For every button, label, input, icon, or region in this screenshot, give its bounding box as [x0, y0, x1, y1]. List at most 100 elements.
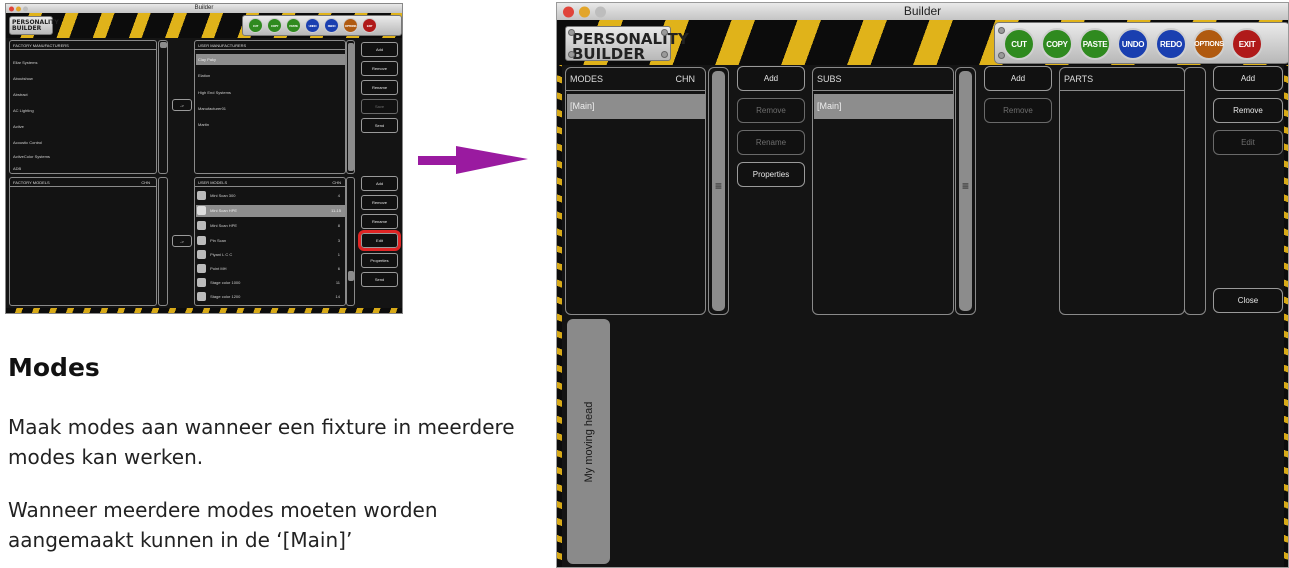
table-row[interactable]: Pin Scan 3 — [197, 235, 344, 247]
selected-list-item[interactable]: [Main] — [814, 94, 953, 119]
thumb-add-button[interactable]: Add — [361, 42, 398, 57]
parts-add-button[interactable]: Add — [1213, 66, 1283, 91]
thumb-models-edit-button[interactable]: Edit — [358, 230, 401, 251]
thumb-models-add-button[interactable]: Add — [361, 176, 398, 191]
thumb-user-models-header: USER MODELS CHN — [195, 178, 345, 187]
list-item[interactable]: High End Systems — [198, 90, 231, 95]
fixture-icon — [197, 278, 206, 288]
table-row[interactable]: Mini Scan 300 4 — [197, 190, 344, 202]
parts-remove-button[interactable]: Remove — [1213, 98, 1283, 123]
redo-button[interactable]: REDO — [1155, 28, 1187, 60]
modes-remove-button[interactable]: Remove — [737, 98, 805, 123]
thumb-options-button[interactable]: OPTIONS — [343, 18, 358, 33]
scrollbar-thumb[interactable] — [160, 42, 167, 48]
zoom-dot-icon[interactable] — [595, 6, 606, 17]
modes-rename-button[interactable]: Rename — [737, 130, 805, 155]
subs-list[interactable]: SUBS [Main] — [812, 67, 954, 315]
parts-scrollbar[interactable] — [1184, 67, 1206, 315]
parts-list[interactable]: PARTS — [1059, 67, 1185, 315]
list-item[interactable]: Martin — [198, 122, 209, 127]
subs-remove-button[interactable]: Remove — [984, 98, 1052, 123]
table-row[interactable]: Piyani L C C 1 — [197, 249, 344, 261]
subs-scrollbar[interactable]: ≡ — [955, 67, 976, 315]
close-dot-icon[interactable] — [563, 6, 574, 17]
zoom-dot-icon[interactable] — [23, 6, 28, 11]
thumb-undo-button[interactable]: UNDO — [305, 18, 320, 33]
minimize-dot-icon[interactable] — [16, 6, 21, 11]
thumb-arrow-button-top[interactable]: -> — [172, 99, 192, 111]
list-item[interactable]: Ellar Systems — [13, 60, 37, 65]
thumb-redo-button[interactable]: REDO — [324, 18, 339, 33]
modes-scrollbar[interactable]: ≡ — [708, 67, 729, 315]
fixture-icon — [197, 292, 206, 302]
scrollbar-thumb[interactable] — [348, 43, 354, 171]
thumb-models-rename-button[interactable]: Rename — [361, 214, 398, 229]
builder-titlebar: Builder — [557, 3, 1288, 21]
list-item[interactable]: AC Lighting — [13, 108, 34, 113]
selected-list-item[interactable]: Clay Paky — [196, 54, 345, 65]
scrollbar-grip-icon: ≡ — [961, 179, 970, 193]
thumb-user-models-list[interactable]: USER MODELS CHN Mini Scan 300 4 Mini Sca… — [194, 177, 346, 306]
exit-button[interactable]: EXIT — [1231, 28, 1263, 60]
cut-button[interactable]: CUT — [1003, 28, 1035, 60]
list-item[interactable]: Acoustic Control — [13, 140, 42, 145]
table-row[interactable]: Stage color 1200 14 — [197, 291, 344, 303]
thumb-user-models-scrollbar[interactable] — [346, 177, 355, 306]
thumb-remove-button[interactable]: Remove — [361, 61, 398, 76]
subs-add-button[interactable]: Add — [984, 66, 1052, 91]
subs-header: SUBS — [813, 68, 953, 91]
thumb-factory-manufacturers-list[interactable]: FACTORY MANUFACTURERS Ellar Systems Abou… — [9, 40, 157, 174]
list-item[interactable]: Active — [13, 124, 24, 129]
scrollbar-thumb[interactable] — [348, 271, 354, 281]
thumb-cut-button[interactable]: CUT — [248, 18, 263, 33]
paste-button[interactable]: PASTE — [1079, 28, 1111, 60]
fixture-icon — [197, 236, 206, 246]
list-item[interactable]: Abstract — [13, 92, 28, 97]
thumb-exit-button[interactable]: EXIT — [362, 18, 377, 33]
thumb-copy-button[interactable]: COPY — [267, 18, 282, 33]
copy-button[interactable]: COPY — [1041, 28, 1073, 60]
modes-add-button[interactable]: Add — [737, 66, 805, 91]
thumb-factory-scrollbar[interactable] — [158, 40, 168, 174]
thumb-send-button[interactable]: Send — [361, 118, 398, 133]
fixture-icon — [197, 191, 206, 201]
thumb-models-remove-button[interactable]: Remove — [361, 195, 398, 210]
list-item[interactable]: ActiveColor Systems — [13, 154, 50, 159]
modes-properties-button[interactable]: Properties — [737, 162, 805, 187]
screw-icon — [998, 52, 1005, 59]
table-row[interactable]: Point MH 6 — [197, 263, 344, 275]
thumb-models-properties-button[interactable]: Properties — [361, 253, 398, 268]
options-button[interactable]: OPTIONS — [1193, 28, 1225, 60]
thumb-arrow-button-bottom[interactable]: -> — [172, 235, 192, 247]
fixture-tab[interactable]: My moving head — [567, 319, 610, 564]
thumb-rename-button[interactable]: Rename — [361, 80, 398, 95]
thumb-factory-models-list[interactable]: FACTORY MODELS CHN — [9, 177, 157, 306]
thumb-models-send-button[interactable]: Send — [361, 272, 398, 287]
thumb-factory-models-scrollbar[interactable] — [158, 177, 168, 306]
thumb-user-manufacturers-scrollbar[interactable] — [346, 40, 355, 174]
fixture-icon — [197, 206, 206, 216]
arrow-right-icon — [418, 146, 528, 174]
table-row[interactable]: Stage color 1000 11 — [197, 277, 344, 289]
close-button[interactable]: Close — [1213, 288, 1283, 313]
parts-edit-button[interactable]: Edit — [1213, 130, 1283, 155]
thumb-save-button[interactable]: Save — [361, 99, 398, 114]
list-item[interactable]: Manufacturer01 — [198, 106, 226, 111]
list-item[interactable]: Aboutshow — [13, 76, 33, 81]
screw-icon — [661, 51, 668, 58]
thumb-paste-button[interactable]: PASTE — [286, 18, 301, 33]
fixture-tab-label: My moving head — [582, 401, 595, 482]
undo-button[interactable]: UNDO — [1117, 28, 1149, 60]
selected-list-item[interactable]: [Main] — [567, 94, 705, 119]
selected-table-row[interactable]: Mini Scan HPE 11-15 — [196, 205, 345, 217]
thumbnail-logo: PERSONALITY BUILDER — [9, 16, 59, 35]
parts-header: PARTS — [1060, 68, 1184, 91]
list-item[interactable]: Elation — [198, 73, 210, 78]
list-item[interactable]: ADB — [13, 166, 21, 171]
fixture-icon — [197, 221, 206, 231]
minimize-dot-icon[interactable] — [579, 6, 590, 17]
table-row[interactable]: Mini Scan HPE 8 — [197, 220, 344, 232]
thumb-user-manufacturers-list[interactable]: USER MANUFACTURERS Clay Paky Elation Hig… — [194, 40, 346, 174]
modes-list[interactable]: MODES CHN [Main] — [565, 67, 706, 315]
close-dot-icon[interactable] — [9, 6, 14, 11]
